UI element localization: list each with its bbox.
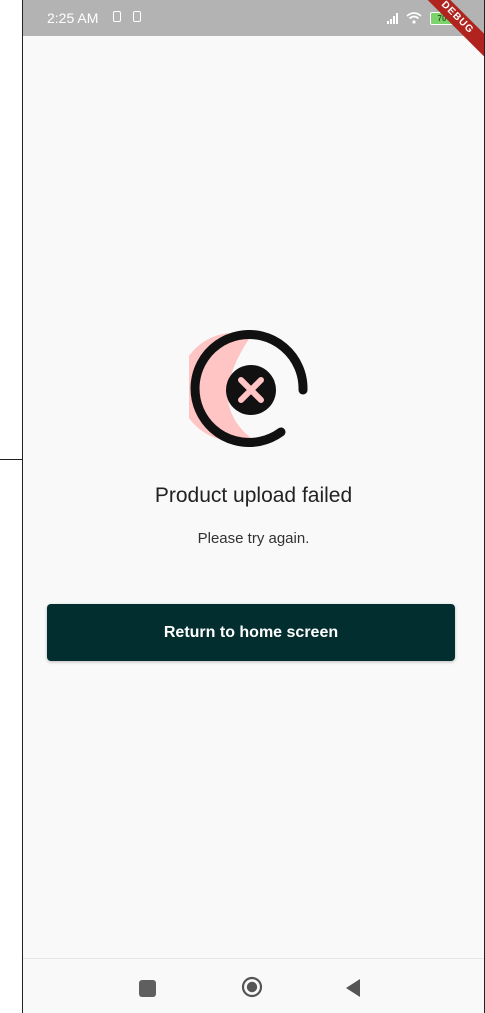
signal-icon [387, 12, 398, 24]
navigation-bar [23, 958, 484, 1013]
sim-icon [133, 11, 141, 22]
error-circle-x-icon [189, 330, 308, 447]
recent-apps-icon[interactable] [139, 980, 156, 997]
back-icon[interactable] [346, 979, 360, 997]
return-home-button[interactable]: Return to home screen [47, 604, 455, 661]
sim-icon [113, 11, 121, 22]
error-title: Product upload failed [154, 484, 353, 507]
wifi-icon [406, 12, 422, 24]
home-icon[interactable] [241, 976, 263, 998]
phone-screen: 2:25 AM 70 DEBUG Product upload failed P… [22, 0, 485, 1013]
status-time: 2:25 AM [47, 10, 99, 26]
error-subtitle: Please try again. [197, 530, 310, 547]
status-bar: 2:25 AM 70 DEBUG [23, 0, 484, 63]
